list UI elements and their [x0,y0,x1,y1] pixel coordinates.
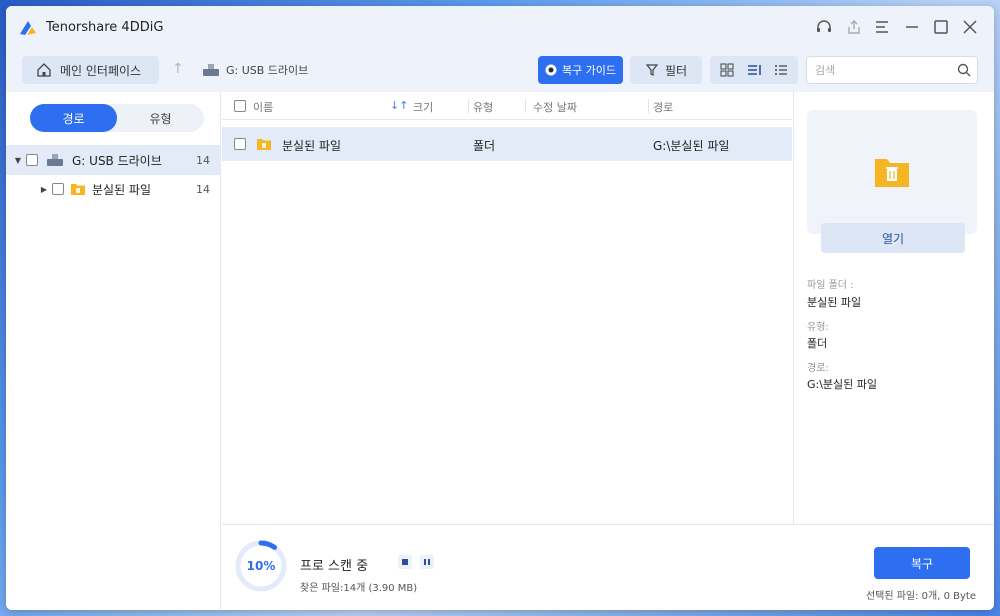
preview-area [807,110,977,234]
usb-drive-icon [203,64,219,76]
row-path: G:\분실된 파일 [653,139,730,153]
progress-percent: 10% [246,559,276,573]
folder-label: 파일 폴더 : [807,280,854,291]
scan-title: 프로 스캔 중 [300,559,369,574]
home-label: 메인 인터페이스 [60,63,142,78]
toolbar: 메인 인터페이스 ↑ G: USB 드라이브 복구 가이드 필터 [6,48,994,92]
folder-icon [257,139,271,150]
column-type[interactable]: 유형 [473,99,493,115]
recover-button[interactable]: 복구 [874,547,970,579]
filter-label: 필터 [664,63,688,78]
share-icon[interactable] [844,17,864,37]
list-view-icon[interactable] [773,62,789,78]
selected-files-info: 선택된 파일: 0개, 0 Byte [865,591,976,602]
close-icon[interactable] [960,17,980,37]
column-size[interactable]: 크기 [413,99,433,115]
column-separator [648,99,649,113]
headset-icon[interactable] [814,17,834,37]
app-logo-icon [20,21,36,35]
type-value: 폴더 [807,337,828,350]
details-panel: 열기 파일 폴더 : 분실된 파일 유형: 폴더 경로: G:\분실된 파일 [793,92,994,524]
grid-view-icon[interactable] [719,62,735,78]
tree-item-count: 14 [196,153,210,167]
left-panel: 경로 유형 ▼ G: USB 드라이브 14 ▶ 분실된 파일 14 [6,92,221,610]
sort-icon[interactable]: ↓↑ [390,99,408,112]
up-arrow-icon[interactable]: ↑ [172,61,184,77]
table-row[interactable]: 분실된 파일 폴더 G:\분실된 파일 [222,127,792,161]
status-bar: 10% 프로 스캔 중 찾은 파일:14개 (3.90 MB) 복구 선택된 파… [222,524,994,610]
found-files-info: 찾은 파일:14개 (3.90 MB) [300,583,418,594]
recovery-guide-button[interactable]: 복구 가이드 [538,56,623,84]
tree-item-label: G: USB 드라이브 [72,153,162,168]
stop-icon[interactable] [398,555,412,569]
path-label: 경로: [807,363,829,374]
minimize-icon[interactable] [902,17,922,37]
title-bar: Tenorshare 4DDiG [6,6,994,48]
detail-view-icon[interactable] [746,62,762,78]
breadcrumb: G: USB 드라이브 [202,62,308,78]
tree-item-count: 14 [196,182,210,196]
tree-item-lost-files[interactable]: ▶ 분실된 파일 14 [6,174,220,204]
app-title: Tenorshare 4DDiG [46,20,164,35]
search-icon[interactable] [957,63,971,77]
guide-icon [545,64,557,76]
search-input[interactable] [807,57,947,83]
path-value: G:\분실된 파일 [807,378,878,391]
usb-drive-icon [47,154,63,166]
tree-checkbox[interactable] [52,183,64,195]
tree-item-label: 분실된 파일 [92,182,152,197]
folder-icon [875,159,909,187]
view-tabs: 경로 유형 [30,104,204,132]
breadcrumb-label: G: USB 드라이브 [226,64,309,77]
expand-right-icon[interactable]: ▶ [36,185,52,194]
guide-label: 복구 가이드 [561,64,617,77]
row-type: 폴더 [473,139,496,153]
select-all-checkbox[interactable] [234,100,246,112]
list-header: 이름 ↓↑ 크기 유형 수정 날짜 경로 [222,92,792,120]
tree-checkbox[interactable] [26,154,38,166]
home-button[interactable]: 메인 인터페이스 [22,56,159,84]
view-mode-group [710,56,798,84]
column-modified[interactable]: 수정 날짜 [533,99,577,115]
filter-button[interactable]: 필터 [630,56,702,84]
pause-icon[interactable] [420,555,434,569]
column-separator [525,99,526,113]
folder-icon [71,184,85,195]
row-name: 분실된 파일 [282,139,342,153]
column-path[interactable]: 경로 [653,99,673,115]
app-window: Tenorshare 4DDiG 메인 인터페이스 ↑ G: USB 드라이브 [6,6,994,610]
filter-icon [645,64,659,76]
search-box [806,56,978,84]
folder-value: 분실된 파일 [807,296,862,309]
type-label: 유형: [807,322,829,333]
tab-path[interactable]: 경로 [30,104,117,132]
expand-down-icon[interactable]: ▼ [10,156,26,165]
menu-icon[interactable] [872,17,892,37]
row-checkbox[interactable] [234,138,246,150]
tree-item-usb-drive[interactable]: ▼ G: USB 드라이브 14 [6,145,220,175]
tab-type[interactable]: 유형 [117,104,204,132]
column-name[interactable]: 이름 [253,99,273,115]
open-button[interactable]: 열기 [821,223,965,253]
file-list: 이름 ↓↑ 크기 유형 수정 날짜 경로 분실된 파일 폴더 G:\분실된 파일 [222,92,792,524]
column-separator [468,99,469,113]
maximize-icon[interactable] [931,17,951,37]
home-icon [37,63,51,77]
